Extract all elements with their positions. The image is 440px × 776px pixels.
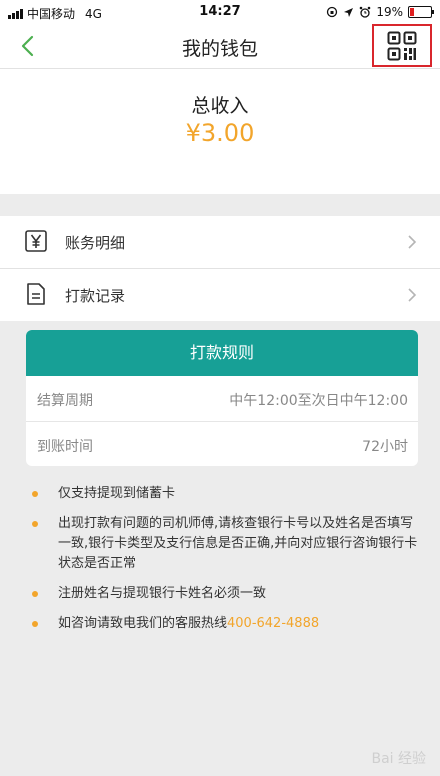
- bullet-dot-icon: [32, 591, 38, 597]
- note-item: 仅支持提现到储蓄卡: [30, 484, 420, 504]
- qr-code-icon: [387, 31, 417, 60]
- baidu-watermark: Bai 经验: [371, 751, 426, 767]
- payment-rules-header: 打款规则: [26, 330, 418, 376]
- menu-item-label: 账务明细: [65, 234, 126, 252]
- status-bar: 中国移动 4G 14:27 19%: [0, 0, 440, 24]
- status-right: 19%: [326, 5, 434, 19]
- menu-item-label: 打款记录: [65, 287, 126, 305]
- battery-percent: 19%: [376, 5, 403, 19]
- nav-bar: 我的钱包: [0, 24, 440, 69]
- hotline-link[interactable]: 400-642-4888: [227, 616, 319, 631]
- menu-list: 账务明细 打款记录: [0, 216, 440, 321]
- note-text: 注册姓名与提现银行卡姓名必须一致: [58, 586, 267, 601]
- note-text: 出现打款有问题的司机师傅,请核查银行卡号以及姓名是否填写一致,银行卡类型及支行信…: [58, 516, 418, 571]
- lock-rotation-icon: [327, 6, 338, 18]
- battery-level: [410, 8, 414, 16]
- note-item: 如咨询请致电我们的客服热线400-642-4888: [30, 614, 420, 634]
- menu-item-ledger[interactable]: 账务明细: [0, 216, 440, 269]
- bullet-dot-icon: [32, 621, 38, 627]
- rules-key: 到账时间: [37, 439, 93, 455]
- income-section: 总收入 ¥3.00: [0, 69, 440, 194]
- note-text: 仅支持提现到储蓄卡: [58, 486, 176, 501]
- income-value: ¥3.00: [185, 119, 255, 147]
- qr-code-button[interactable]: [372, 24, 432, 67]
- yen-ledger-icon: [25, 230, 47, 252]
- rules-value: 中午12:00至次日中午12:00: [229, 393, 408, 409]
- alarm-icon: [360, 6, 371, 18]
- rules-value: 72小时: [362, 439, 408, 455]
- bullet-dot-icon: [32, 521, 38, 527]
- note-item: 注册姓名与提现银行卡姓名必须一致: [30, 584, 420, 604]
- chevron-right-icon: [408, 235, 417, 249]
- note-text: 如咨询请致电我们的客服热线: [58, 616, 228, 631]
- location-icon: [344, 7, 354, 17]
- note-item: 出现打款有问题的司机师傅,请核查银行卡号以及姓名是否填写一致,银行卡类型及支行信…: [30, 514, 420, 574]
- rules-row-settlement: 结算周期 中午12:00至次日中午12:00: [26, 376, 418, 422]
- rules-key: 结算周期: [37, 393, 93, 409]
- document-icon: [27, 283, 45, 305]
- payment-rules-card: 打款规则 结算周期 中午12:00至次日中午12:00 到账时间 72小时: [26, 330, 418, 466]
- bullet-dot-icon: [32, 491, 38, 497]
- chevron-right-icon: [408, 288, 417, 302]
- notes-list: 仅支持提现到储蓄卡 出现打款有问题的司机师傅,请核查银行卡号以及姓名是否填写一致…: [30, 484, 420, 644]
- battery-icon: [408, 6, 434, 18]
- menu-item-payment-records[interactable]: 打款记录: [0, 269, 440, 321]
- rules-row-arrival: 到账时间 72小时: [26, 422, 418, 466]
- income-label: 总收入: [191, 95, 249, 117]
